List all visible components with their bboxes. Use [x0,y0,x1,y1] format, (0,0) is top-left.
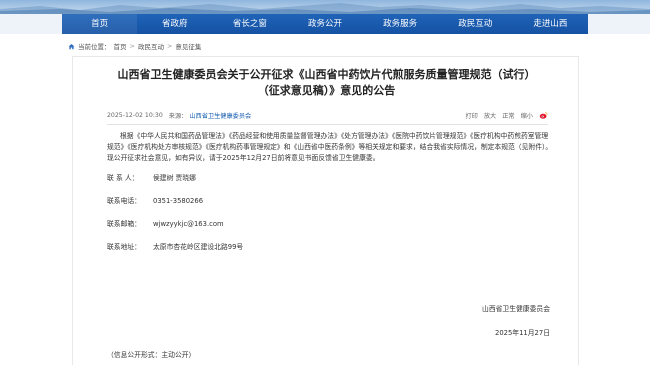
article-title-line-1: 山西省卫生健康委员会关于公开征求《山西省中药饮片代煎服务质量管理规范（试行） [117,68,536,81]
weibo-icon[interactable] [539,111,548,120]
nav-item-provincial-government[interactable]: 省政府 [137,14,212,34]
breadcrumb: 当前位置： 首页 > 政民互动 > 意见征集 [68,40,201,52]
contact-address-value: 太原市杏花岭区建设北路99号 [153,242,244,251]
source-label: 来源： [168,112,188,120]
breadcrumb-item-interaction[interactable]: 政民互动 [138,41,164,51]
signature-date: 2025年11月27日 [495,329,550,337]
mountain-landscape-image [0,3,650,14]
contact-person-row: 联 系 人： 侯建树 贾晓娜 [107,173,553,196]
article-date: 2025-12-02 10:30 [107,111,163,119]
article-paragraph: 根据《中华人民共和国药品管理法》《药品经营和使用质量监督管理办法》《处方管理办法… [107,132,553,163]
main-nav: 首页 省政府 省长之窗 政务公开 政务服务 政民互动 走进山西 [62,14,588,34]
contact-email-value: wjwzyykjc@163.com [153,219,224,228]
signature-organization: 山西省卫生健康委员会 [482,305,550,313]
font-large-button[interactable]: 放大 [484,111,496,120]
article-body: 根据《中华人民共和国药品管理法》《药品经营和使用质量监督管理办法》《处方管理办法… [107,131,553,265]
disclosure-note: （信息公开形式：主动公开） [107,351,196,359]
nav-item-government-affairs-disclosure[interactable]: 政务公开 [287,14,362,34]
nav-item-about-shanxi[interactable]: 走进山西 [513,14,588,34]
article-tools: 打印 放大 正常 缩小 [466,111,549,120]
contact-email-row: 联系邮箱： wjwzyykjc@163.com [107,219,553,242]
article-card: 山西省卫生健康委员会关于公开征求《山西省中药饮片代煎服务质量管理规范（试行） （… [72,56,579,365]
contact-block: 联 系 人： 侯建树 贾晓娜 联系电话： 0351-3580266 联系邮箱： … [107,173,553,265]
nav-item-governor-window[interactable]: 省长之窗 [212,14,287,34]
article-title-line-2: （征求意见稿）》意见的公告 [257,84,396,97]
nav-item-home[interactable]: 首页 [62,14,138,34]
contact-phone-value: 0351-3580266 [153,196,204,205]
breadcrumb-item-home[interactable]: 首页 [114,41,127,51]
contact-address-label: 联系地址： [107,242,141,251]
nav-item-public-interaction[interactable]: 政民互动 [438,14,513,34]
meta-divider [107,124,548,125]
contact-phone-row: 联系电话： 0351-3580266 [107,196,553,219]
contact-address-row: 联系地址： 太原市杏花岭区建设北路99号 [107,242,553,265]
print-button[interactable]: 打印 [466,111,478,120]
nav-item-government-services[interactable]: 政务服务 [363,14,438,34]
header-banner [0,0,650,14]
nav-right-filler [588,14,650,34]
source-link[interactable]: 山西省卫生健康委员会 [189,111,251,120]
font-small-button[interactable]: 缩小 [521,111,533,120]
home-icon [68,43,75,49]
contact-person-label: 联 系 人： [107,173,139,182]
breadcrumb-separator: > [129,42,135,50]
article-title: 山西省卫生健康委员会关于公开征求《山西省中药饮片代煎服务质量管理规范（试行） （… [73,67,580,99]
font-default-button[interactable]: 正常 [502,111,514,120]
contact-phone-label: 联系电话： [107,196,141,205]
nav-left-filler [0,14,62,34]
article-meta: 2025-12-02 10:30 来源： 山西省卫生健康委员会 打印 放大 正常… [107,108,548,122]
contact-email-label: 联系邮箱： [107,219,141,228]
breadcrumb-item-opinion-collection[interactable]: 意见征集 [175,41,201,51]
contact-person-value: 侯建树 贾晓娜 [153,173,196,182]
breadcrumb-separator: > [166,42,173,50]
breadcrumb-prefix: 当前位置： [78,43,111,51]
